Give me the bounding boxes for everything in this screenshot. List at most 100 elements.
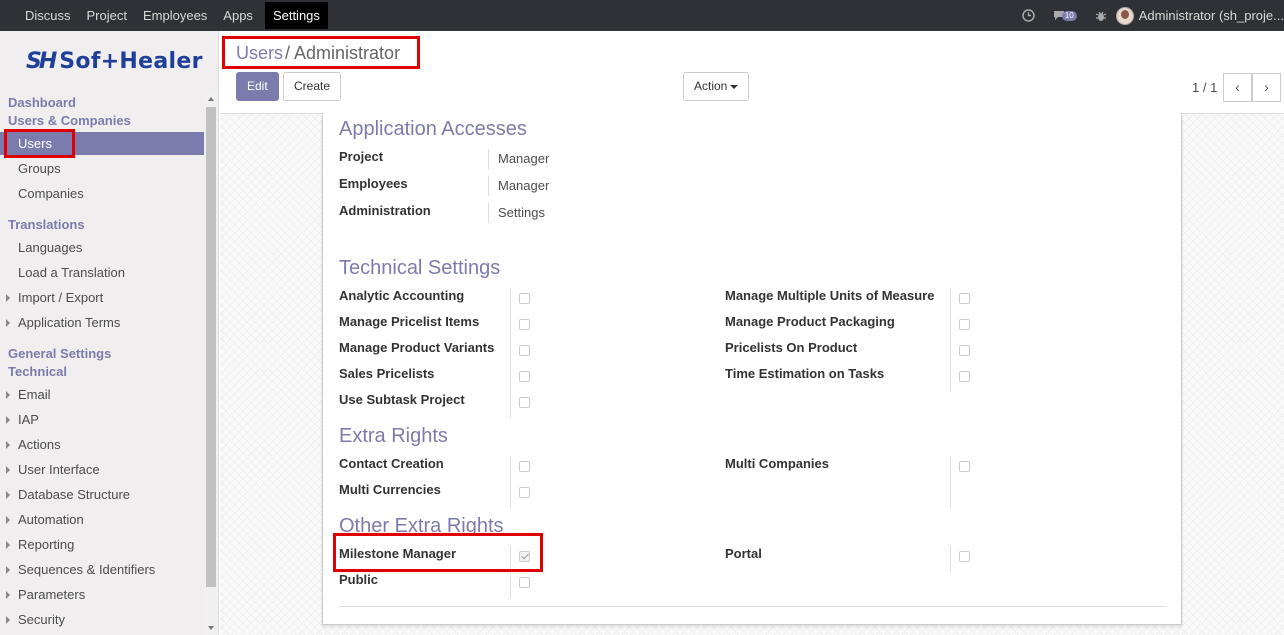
scroll-up-icon[interactable]: [208, 97, 214, 101]
scroll-down-icon[interactable]: [208, 626, 214, 630]
menu-employees[interactable]: Employees: [135, 0, 215, 31]
logo-text: Sof+Healer: [59, 49, 203, 74]
user-avatar[interactable]: [1115, 6, 1134, 25]
sidebar-item-actions[interactable]: Actions: [0, 433, 204, 456]
menu-settings[interactable]: Settings: [264, 2, 328, 29]
user-menu[interactable]: Administrator (sh_proje...: [1139, 8, 1284, 23]
checkbox-public[interactable]: [519, 577, 530, 588]
field-value-administration[interactable]: Settings: [498, 205, 545, 220]
caret-right-icon: [6, 319, 10, 327]
sidebar-item-database-structure[interactable]: Database Structure: [0, 483, 204, 506]
checkbox-sales-pricelists[interactable]: [519, 371, 530, 382]
sidebar-scrollbar[interactable]: [204, 93, 218, 635]
checkbox-multi-currencies[interactable]: [519, 487, 530, 498]
sidebar: SH Sof+Healer Dashboard Users & Companie…: [0, 31, 219, 635]
sidebar-section-users-companies[interactable]: Users & Companies: [8, 113, 131, 128]
sidebar-item-reporting[interactable]: Reporting: [0, 533, 204, 556]
section-title-application-accesses: Application Accesses: [339, 118, 527, 140]
checkbox-multi-companies[interactable]: [959, 461, 970, 472]
caret-right-icon: [6, 391, 10, 399]
field-value-project[interactable]: Manager: [498, 151, 549, 166]
sidebar-item-import-export[interactable]: Import / Export: [0, 286, 204, 309]
field-label-analytic-accounting: Analytic Accounting: [339, 288, 465, 303]
action-dropdown[interactable]: Action: [683, 72, 750, 101]
caret-right-icon: [6, 566, 10, 574]
sidebar-item-parameters[interactable]: Parameters: [0, 583, 204, 606]
menu-apps[interactable]: Apps: [215, 0, 261, 31]
checkbox-product-packaging[interactable]: [959, 319, 970, 330]
sidebar-item-security[interactable]: Security: [0, 608, 204, 631]
sidebar-item-label: Groups: [18, 161, 61, 176]
sidebar-item-load-translation[interactable]: Load a Translation: [0, 261, 204, 284]
pager-previous-button[interactable]: ‹: [1223, 73, 1252, 102]
sidebar-section-technical[interactable]: Technical: [8, 364, 67, 379]
sidebar-item-sequences[interactable]: Sequences & Identifiers: [0, 558, 204, 581]
field-separator: [488, 203, 489, 223]
top-navbar: Discuss Project Employees Apps Settings …: [0, 0, 1284, 31]
caret-right-icon: [6, 541, 10, 549]
field-label-multi-currencies: Multi Currencies: [339, 482, 441, 497]
edit-button[interactable]: Edit: [236, 72, 279, 101]
bug-icon[interactable]: [1095, 10, 1107, 22]
checkbox-units-of-measure[interactable]: [959, 293, 970, 304]
sidebar-item-label: Languages: [18, 240, 83, 255]
field-separator: [510, 546, 511, 598]
create-button-label: Create: [294, 79, 331, 93]
field-separator: [950, 288, 951, 392]
checkbox-pricelists-on-product[interactable]: [959, 345, 970, 356]
pager-value[interactable]: 1 / 1: [1192, 80, 1217, 95]
sidebar-item-label: Application Terms: [18, 315, 121, 330]
sidebar-item-users[interactable]: Users: [0, 132, 204, 155]
clock-icon[interactable]: [1022, 9, 1035, 22]
sidebar-section-general-settings[interactable]: General Settings: [8, 346, 111, 361]
messages-icon[interactable]: 10: [1053, 10, 1077, 21]
breadcrumb-users-link[interactable]: Users: [236, 43, 283, 63]
chevron-right-icon: ›: [1264, 79, 1269, 95]
pager-next-button[interactable]: ›: [1252, 73, 1281, 102]
checkbox-time-estimation[interactable]: [959, 371, 970, 382]
action-dropdown-label: Action: [694, 79, 728, 93]
sidebar-item-groups[interactable]: Groups: [0, 157, 204, 180]
menu-discuss[interactable]: Discuss: [0, 0, 79, 31]
checkbox-milestone-manager[interactable]: [519, 551, 530, 562]
sidebar-item-iap[interactable]: IAP: [0, 408, 204, 431]
sidebar-item-languages[interactable]: Languages: [0, 236, 204, 259]
section-title-other-extra-rights: Other Extra Rights: [339, 515, 504, 537]
sidebar-item-label: Email: [18, 387, 51, 402]
checkbox-analytic-accounting[interactable]: [519, 293, 530, 304]
form-divider: [339, 606, 1166, 607]
field-label-pricelist-items: Manage Pricelist Items: [339, 314, 480, 329]
create-button[interactable]: Create: [283, 72, 342, 101]
menu-project[interactable]: Project: [79, 0, 135, 31]
edit-button-label: Edit: [247, 79, 268, 93]
field-label-multi-companies: Multi Companies: [725, 456, 830, 471]
sidebar-item-email[interactable]: Email: [0, 383, 204, 406]
sidebar-item-label: Actions: [18, 437, 61, 452]
checkbox-portal[interactable]: [959, 551, 970, 562]
field-separator: [950, 456, 951, 508]
sidebar-section-translations[interactable]: Translations: [8, 217, 85, 232]
sidebar-item-application-terms[interactable]: Application Terms: [0, 311, 204, 334]
sidebar-item-automation[interactable]: Automation: [0, 508, 204, 531]
sidebar-item-label: Import / Export: [18, 290, 104, 305]
sidebar-section-dashboard[interactable]: Dashboard: [8, 95, 76, 110]
field-value-employees[interactable]: Manager: [498, 178, 549, 193]
caret-right-icon: [6, 416, 10, 424]
checkbox-contact-creation[interactable]: [519, 461, 530, 472]
sidebar-item-label: Automation: [18, 512, 84, 527]
chevron-left-icon: ‹: [1235, 79, 1240, 95]
checkbox-pricelist-items[interactable]: [519, 319, 530, 330]
field-separator: [510, 288, 511, 418]
checkbox-subtask-project[interactable]: [519, 397, 530, 408]
field-separator: [488, 176, 489, 196]
scrollbar-thumb[interactable]: [206, 107, 216, 587]
field-label-product-variants: Manage Product Variants: [339, 340, 495, 355]
field-label-contact-creation: Contact Creation: [339, 456, 444, 471]
sidebar-item-companies[interactable]: Companies: [0, 182, 204, 205]
company-logo[interactable]: SH Sof+Healer: [26, 49, 203, 74]
checkbox-product-variants[interactable]: [519, 345, 530, 356]
caret-down-icon: [730, 84, 739, 89]
sidebar-item-user-interface[interactable]: User Interface: [0, 458, 204, 481]
caret-right-icon: [6, 591, 10, 599]
field-label-milestone-manager: Milestone Manager: [339, 546, 457, 561]
